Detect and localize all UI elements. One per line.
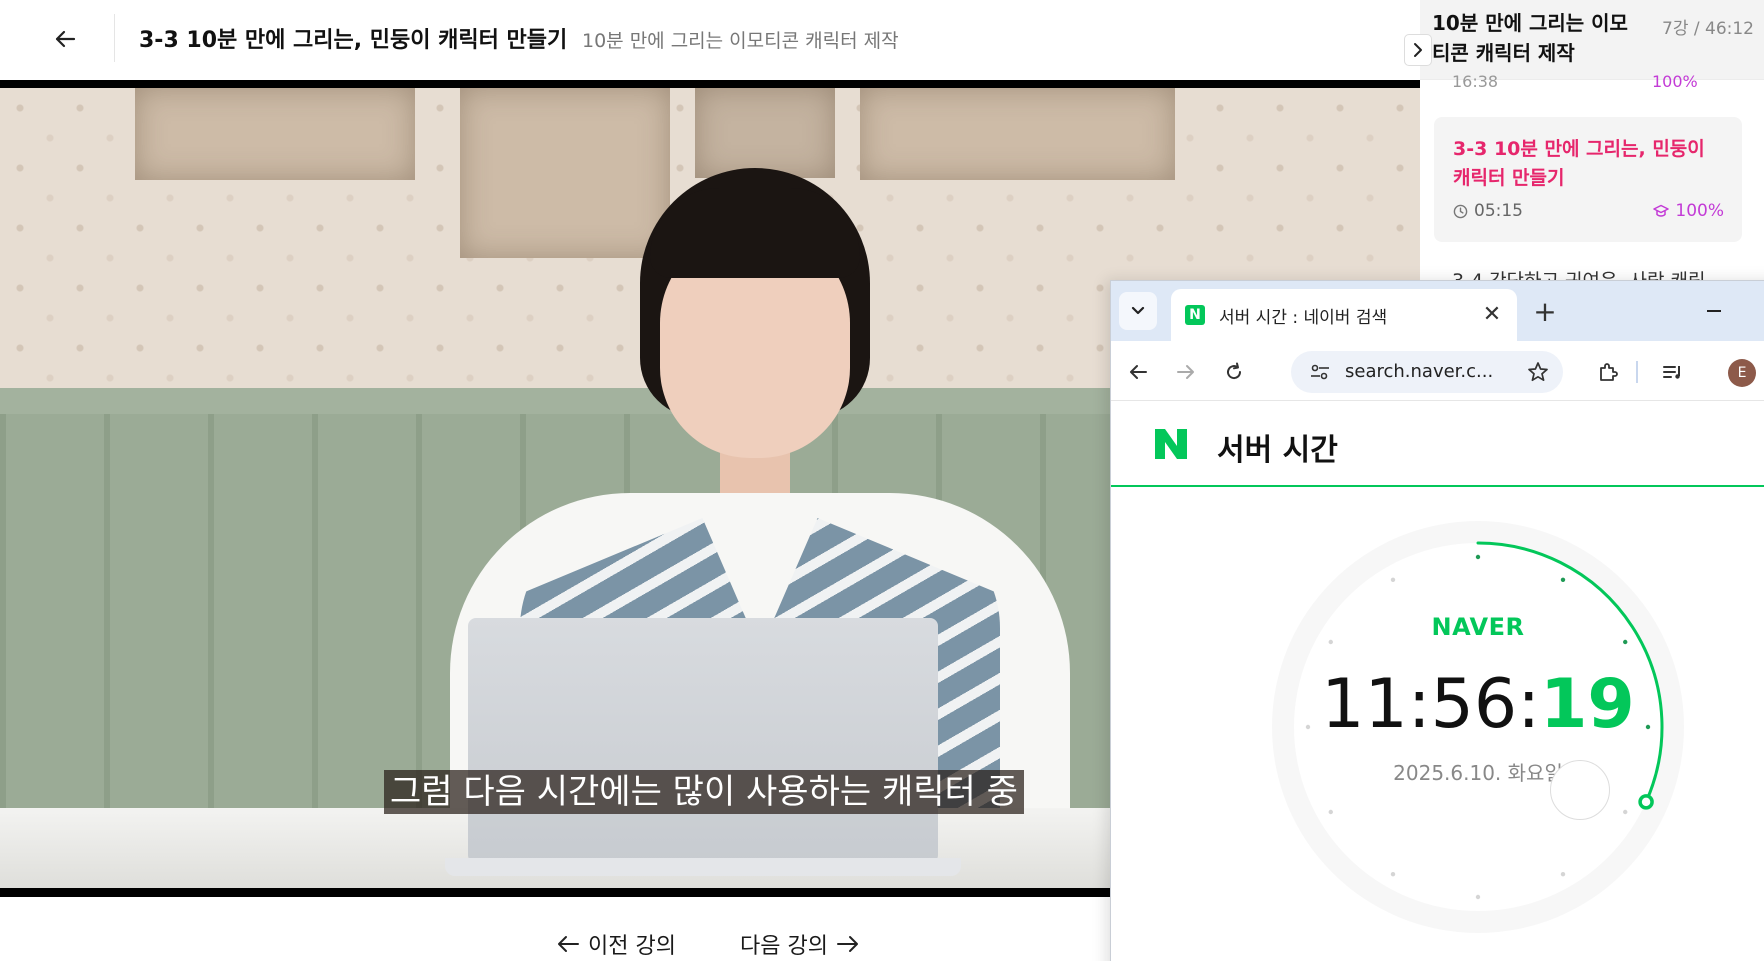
next-lesson-button[interactable]: 다음 강의 [740,928,860,960]
chevron-down-icon [1131,306,1145,315]
curriculum-course-title: 10분 만에 그리는 이모티콘 캐릭터 제작 [1432,11,1628,65]
server-clock: NAVER 11:56:19 2025.6.10. 화요일 [1266,515,1690,939]
header-divider [114,14,115,62]
address-text: search.naver.c... [1345,361,1494,382]
laptop-base [445,858,961,876]
lecture-header: 3-3 10분 만에 그리는, 민둥이 캐릭터 만들기 10분 만에 그리는 이… [0,0,1420,78]
clock-tick [1328,809,1333,815]
clock-tick [1475,554,1481,560]
prev-item-duration: 16:38 [1452,72,1499,91]
naver-favicon-icon: N [1185,305,1205,325]
current-item-duration: 05:15 [1453,201,1523,221]
server-time-title: 서버 시간 [1217,433,1338,468]
wall-painting [695,88,835,178]
clock-tick [1560,872,1566,877]
current-item-title: 3-3 10분 만에 그리는, 민둥이 캐릭터 만들기 [1453,138,1705,189]
curriculum-lesson-count: 7강 / 46:12 [1662,19,1754,39]
reading-list-button[interactable] [1656,355,1690,389]
minimize-icon [1707,310,1721,312]
arrow-right-icon [836,936,858,952]
browser-tab-title: 서버 시간 : 네이버 검색 [1219,307,1388,328]
arrow-left-icon [558,936,579,952]
curriculum-item-current[interactable]: 3-3 10분 만에 그리는, 민둥이 캐릭터 만들기 05:15 100% [1434,117,1742,242]
puzzle-icon [1600,363,1618,381]
current-item-progress: 100% [1653,201,1724,221]
browser-tab-active[interactable]: N 서버 시간 : 네이버 검색 ✕ [1171,289,1517,341]
wall-painting [460,88,670,258]
clock-tick [1475,894,1481,900]
naver-brand: NAVER [1431,613,1525,641]
reload-button[interactable] [1217,355,1251,389]
browser-forward-button[interactable] [1169,355,1203,389]
profile-avatar[interactable]: E [1728,359,1756,387]
browser-toolbar: search.naver.c... E [1111,341,1764,401]
toolbar-separator [1636,361,1638,383]
prev-item-progress: 100% [1652,72,1698,91]
current-item-duration-text: 05:15 [1474,201,1523,221]
seconds-indicator-dot [1638,794,1654,810]
clock-tick [1390,577,1396,582]
arrow-left-icon [55,30,76,48]
time-hours-minutes: 11:56: [1321,665,1541,744]
back-button[interactable] [42,20,88,58]
current-item-progress-text: 100% [1675,201,1724,221]
arrow-right-icon [1177,365,1194,379]
floating-button[interactable] [1550,760,1610,820]
server-time: 11:56:19 [1266,665,1690,744]
clock-tick [1560,577,1566,582]
chevron-right-icon [1414,43,1422,57]
next-lesson-label: 다음 강의 [740,934,828,959]
browser-tabbar: N 서버 시간 : 네이버 검색 ✕ + [1111,281,1764,341]
naver-logo-icon [1155,429,1187,459]
panel-toggle-button[interactable] [1404,34,1432,66]
browser-window: N 서버 시간 : 네이버 검색 ✕ + search.naver.c... E… [1110,280,1764,961]
curriculum-header: 10분 만에 그리는 이모티콘 캐릭터 제작 7강 / 46:12 [1420,0,1764,80]
lecture-title: 3-3 10분 만에 그리는, 민둥이 캐릭터 만들기 [139,28,568,53]
wall-painting [860,88,1175,180]
clock-tick [1390,872,1396,877]
prev-lesson-button[interactable]: 이전 강의 [556,928,676,960]
address-bar[interactable]: search.naver.c... [1291,351,1563,393]
browser-back-button[interactable] [1121,355,1155,389]
graduation-cap-icon [1653,204,1670,217]
extensions-button[interactable] [1591,355,1625,389]
clock-icon [1453,204,1468,218]
new-tab-button[interactable]: + [1527,293,1563,329]
time-seconds: 19 [1540,665,1635,744]
presenter-bangs [650,188,860,278]
tab-search-button[interactable] [1119,292,1157,330]
wall-painting [135,88,415,180]
reload-icon [1227,362,1242,380]
laptop [468,618,938,863]
clock-tick [1623,809,1628,815]
prev-lesson-label: 이전 강의 [588,934,676,959]
server-date: 2025.6.10. 화요일 [1393,761,1563,785]
naver-widget-header: 서버 시간 [1111,401,1764,487]
tab-close-button[interactable]: ✕ [1479,301,1505,327]
media-list-icon [1663,366,1680,379]
site-settings-icon[interactable] [1309,362,1331,382]
minimize-button[interactable] [1696,293,1732,329]
arrow-left-icon [1130,365,1147,379]
star-icon[interactable] [1527,361,1549,383]
course-subtitle: 10분 만에 그리는 이모티콘 캐릭터 제작 [582,30,899,52]
video-caption: 그럼 다음 시간에는 많이 사용하는 캐릭터 중 [384,770,1024,814]
